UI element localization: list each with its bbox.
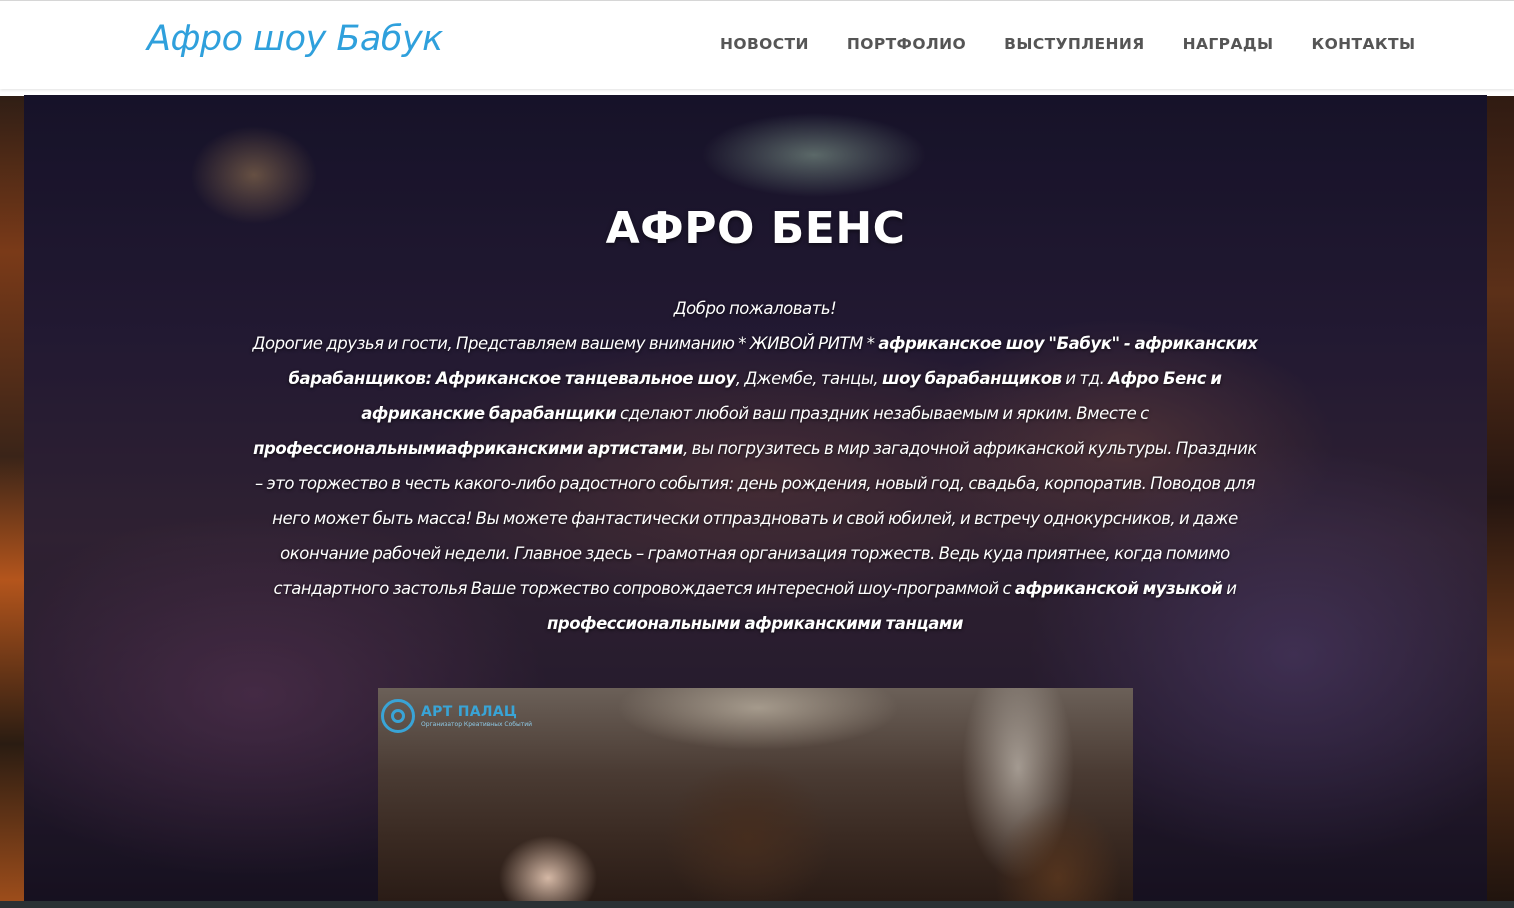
body-text: , вы погрузитесь в мир загадочной африка…	[255, 439, 1257, 598]
main-nav: НОВОСТИ ПОРТФОЛИО ВЫСТУПЛЕНИЯ НАГРАДЫ КО…	[720, 35, 1415, 53]
watermark-name: АРТ ПАЛАЦ	[421, 703, 518, 720]
hero-section: АФРО БЕНС Добро пожаловать! Дорогие друз…	[24, 95, 1487, 901]
nav-item-portfolio[interactable]: ПОРТФОЛИО	[847, 35, 966, 53]
page-background-left	[0, 88, 24, 908]
intro-text: Дорогие друзья и гости, Представляем ваш…	[252, 334, 879, 353]
nav-item-news[interactable]: НОВОСТИ	[720, 35, 809, 53]
watermark-subtitle: Организатор Креативных Событий	[421, 720, 533, 728]
nav-item-contacts[interactable]: КОНТАКТЫ	[1312, 35, 1416, 53]
watermark-logo: АРТ ПАЛАЦ Организатор Креативных Событий	[381, 694, 543, 738]
nav-item-performances[interactable]: ВЫСТУПЛЕНИЯ	[1004, 35, 1145, 53]
body-text: и тд.	[1061, 369, 1109, 388]
gutter	[0, 88, 24, 96]
site-header: Афро шоу Бабук НОВОСТИ ПОРТФОЛИО ВЫСТУПЛ…	[0, 0, 1514, 89]
welcome-text: Добро пожаловать!	[673, 299, 837, 318]
spiral-icon	[381, 699, 415, 733]
page-background-right	[1487, 88, 1514, 908]
bottom-scroll-strip	[0, 901, 1514, 908]
bold-phrase: профессиональнымиафриканскими артистами	[253, 439, 684, 458]
site-logo[interactable]: Афро шоу Бабук	[147, 19, 443, 59]
bold-phrase: африканской музыкой	[1014, 579, 1223, 598]
body-text: и	[1222, 579, 1237, 598]
bold-phrase: шоу барабанщиков	[882, 369, 1062, 388]
nav-item-awards[interactable]: НАГРАДЫ	[1183, 35, 1274, 53]
hero-title: АФРО БЕНС	[605, 203, 906, 254]
bold-phrase: профессиональными африканскими танцами	[546, 614, 964, 633]
performance-photo: АРТ ПАЛАЦ Организатор Креативных Событий	[378, 688, 1133, 901]
watermark-text: АРТ ПАЛАЦ Организатор Креативных Событий	[421, 705, 532, 728]
body-text: сделают любой ваш праздник незабываемым …	[616, 404, 1149, 423]
body-text: , Джембе, танцы,	[735, 369, 883, 388]
gutter	[1487, 88, 1514, 96]
hero-description: Добро пожаловать! Дорогие друзья и гости…	[250, 291, 1260, 641]
